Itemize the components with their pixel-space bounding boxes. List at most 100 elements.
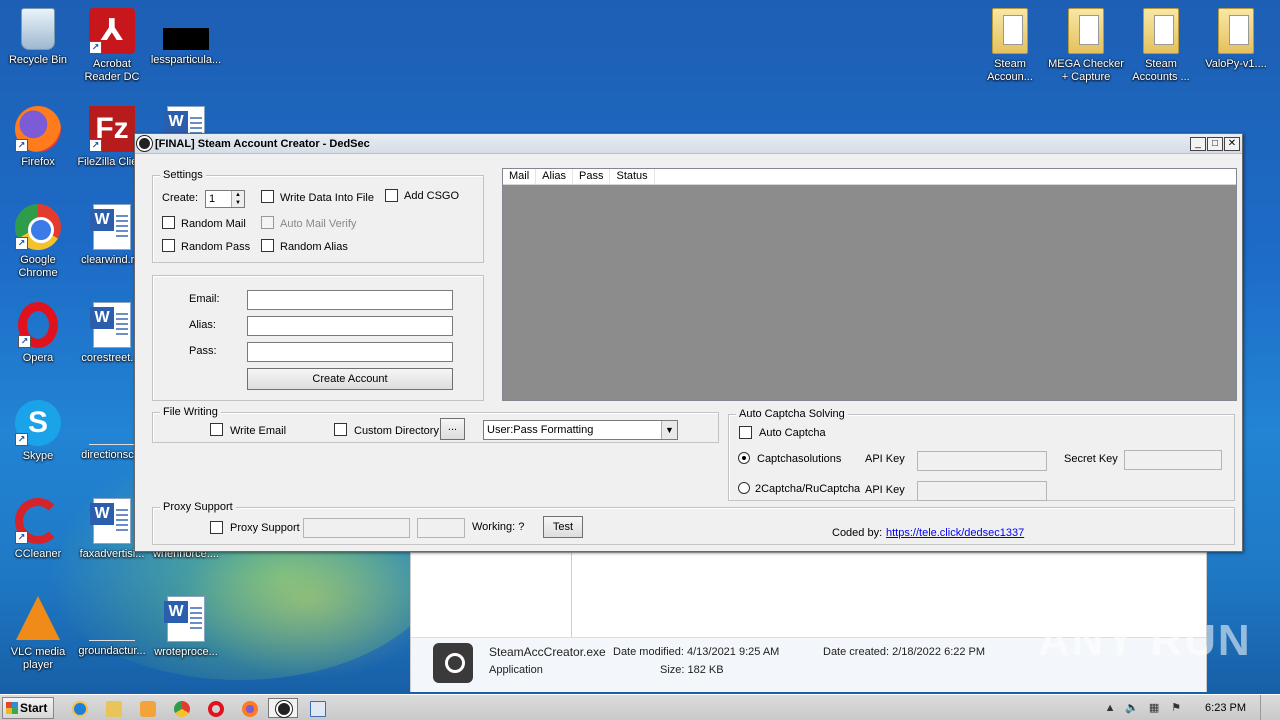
window-icon[interactable] xyxy=(302,698,332,718)
folder-icon xyxy=(1218,8,1254,54)
opera-icon[interactable] xyxy=(200,698,230,718)
explorer-pane-divider xyxy=(571,553,572,637)
desktop-icon-valopy[interactable]: ValoPy-v1.... xyxy=(1198,8,1274,71)
write-data-checkbox[interactable] xyxy=(261,190,274,203)
email-field[interactable] xyxy=(247,290,453,310)
desktop-icon-vlc[interactable]: VLC media player xyxy=(0,596,76,672)
volume-icon[interactable]: 🔈 xyxy=(1125,701,1139,715)
desktop-icon-steam-accounts-2[interactable]: Steam Accounts ... xyxy=(1123,8,1199,84)
desktop-icon-opera[interactable]: ↗ Opera xyxy=(0,302,76,365)
desktop-icon-skype[interactable]: S ↗ Skype xyxy=(0,400,76,463)
add-csgo-label: Add CSGO xyxy=(404,190,460,202)
minimize-button[interactable]: _ xyxy=(1190,136,1206,151)
auto-mail-verify-label: Auto Mail Verify xyxy=(280,218,357,230)
desktop-icon-label: groundactur... xyxy=(78,645,146,657)
custom-directory-checkbox[interactable] xyxy=(334,423,347,436)
close-button[interactable]: ✕ xyxy=(1224,136,1240,151)
alias-label: Alias: xyxy=(189,319,216,331)
ie-icon[interactable] xyxy=(64,698,94,718)
window-titlebar[interactable]: [FINAL] Steam Account Creator - DedSec _… xyxy=(135,134,1242,154)
format-select[interactable]: User:Pass Formatting ▼ xyxy=(483,420,678,440)
rucaptcha-radio[interactable] xyxy=(738,482,750,494)
column-header-mail[interactable]: Mail xyxy=(503,169,537,184)
acrobat-icon: ⅄ ↗ xyxy=(89,8,135,54)
desktop-icon-mega-checker[interactable]: MEGA Checker + Capture xyxy=(1048,8,1124,84)
chrome-icon[interactable] xyxy=(166,698,196,718)
shortcut-arrow-icon: ↗ xyxy=(15,531,28,544)
desktop-icon-lessparticula[interactable]: lessparticula... xyxy=(148,8,224,67)
steam-icon[interactable] xyxy=(268,698,298,718)
desktop-icon-label: Opera xyxy=(22,352,54,364)
proxy-test-button[interactable]: Test xyxy=(543,516,583,538)
clock[interactable]: 6:23 PM xyxy=(1205,702,1246,714)
captchasolutions-api-key-field[interactable] xyxy=(917,451,1047,471)
chevron-down-icon[interactable]: ▼ xyxy=(661,421,677,439)
create-account-button[interactable]: Create Account xyxy=(247,368,453,390)
skype-icon: S ↗ xyxy=(15,400,61,446)
random-alias-label: Random Alias xyxy=(280,241,348,253)
chevron-up-icon[interactable]: ▲ xyxy=(1103,701,1117,715)
desktop-icon-wroteproce[interactable]: wroteproce... xyxy=(148,596,224,659)
folder-icon xyxy=(1068,8,1104,54)
pass-field[interactable] xyxy=(247,342,453,362)
alias-field[interactable] xyxy=(247,316,453,336)
file-writing-legend: File Writing xyxy=(160,406,221,418)
desktop-icon-chrome[interactable]: ↗ Google Chrome xyxy=(0,204,76,280)
secret-key-field[interactable] xyxy=(1124,450,1222,470)
random-pass-checkbox[interactable] xyxy=(162,239,175,252)
vlc-icon xyxy=(16,596,60,640)
proxy-support-checkbox[interactable] xyxy=(210,521,223,534)
filezilla-icon: Fz ↗ xyxy=(89,106,135,152)
desktop-icon-firefox[interactable]: ↗ Firefox xyxy=(0,106,76,169)
random-mail-checkbox[interactable] xyxy=(162,216,175,229)
column-header-alias[interactable]: Alias xyxy=(536,169,574,184)
accounts-list[interactable]: Mail Alias Pass Status xyxy=(502,168,1237,401)
desktop-icon-acrobat[interactable]: ⅄ ↗ Acrobat Reader DC xyxy=(74,8,150,84)
rucaptcha-label: 2Captcha/RuCaptcha xyxy=(755,483,861,495)
flag-icon[interactable]: ⚑ xyxy=(1169,701,1183,715)
desktop-icon-ccleaner[interactable]: ↗ CCleaner xyxy=(0,498,76,561)
captchasolutions-radio[interactable] xyxy=(738,452,750,464)
column-header-pass[interactable]: Pass xyxy=(573,169,611,184)
stepper-arrows-icon[interactable]: ▲ ▼ xyxy=(231,191,244,207)
write-email-checkbox[interactable] xyxy=(210,423,223,436)
api-key-label: API Key xyxy=(865,453,905,465)
shortcut-arrow-icon: ↗ xyxy=(89,41,102,54)
shortcut-arrow-icon: ↗ xyxy=(15,237,28,250)
chrome-icon: ↗ xyxy=(15,204,61,250)
proxy-support-label: Proxy Support xyxy=(230,522,300,534)
ccleaner-icon: ↗ xyxy=(15,498,61,544)
rucaptcha-api-key-field[interactable] xyxy=(917,481,1047,501)
desktop-icon-label: Acrobat Reader DC xyxy=(84,58,140,83)
auto-captcha-checkbox[interactable] xyxy=(739,426,752,439)
auto-mail-verify-checkbox[interactable] xyxy=(261,216,274,229)
desktop-icon-groundactur[interactable]: groundactur... xyxy=(74,596,150,658)
coded-by-label: Coded by: xyxy=(832,527,883,539)
firefox-icon[interactable] xyxy=(234,698,264,718)
window-title: [FINAL] Steam Account Creator - DedSec xyxy=(155,137,370,150)
proxy-port-field[interactable] xyxy=(417,518,465,538)
maximize-button[interactable]: □ xyxy=(1207,136,1223,151)
write-email-label: Write Email xyxy=(230,425,287,437)
coded-by-link[interactable]: https://tele.click/dedsec1337 xyxy=(886,527,1024,539)
browse-directory-button[interactable]: ... xyxy=(440,418,465,440)
desktop-icon-label: Steam Accoun... xyxy=(987,58,1033,83)
desktop-icon-steam-accounts[interactable]: Steam Accoun... xyxy=(972,8,1048,84)
column-header-status[interactable]: Status xyxy=(610,169,655,184)
create-count-stepper[interactable]: 1 ▲ ▼ xyxy=(205,190,245,208)
opera-icon: ↗ xyxy=(18,302,58,348)
word-doc-icon xyxy=(90,302,131,348)
proxy-group: Proxy Support Proxy Support Working: ? T… xyxy=(152,501,1235,545)
explorer-icon[interactable] xyxy=(98,698,128,718)
proxy-address-field[interactable] xyxy=(303,518,410,538)
desktop-icon-label: Skype xyxy=(22,450,54,462)
network-icon[interactable]: ▦ xyxy=(1147,701,1161,715)
add-csgo-checkbox[interactable] xyxy=(385,189,398,202)
show-desktop-button[interactable] xyxy=(1260,695,1272,720)
start-button[interactable]: Start xyxy=(2,697,54,719)
desktop-icon-label: Google Chrome xyxy=(18,254,58,279)
media-player-icon[interactable] xyxy=(132,698,162,718)
desktop-icon-recycle-bin[interactable]: Recycle Bin xyxy=(0,8,76,67)
firefox-icon: ↗ xyxy=(15,106,61,152)
random-alias-checkbox[interactable] xyxy=(261,239,274,252)
